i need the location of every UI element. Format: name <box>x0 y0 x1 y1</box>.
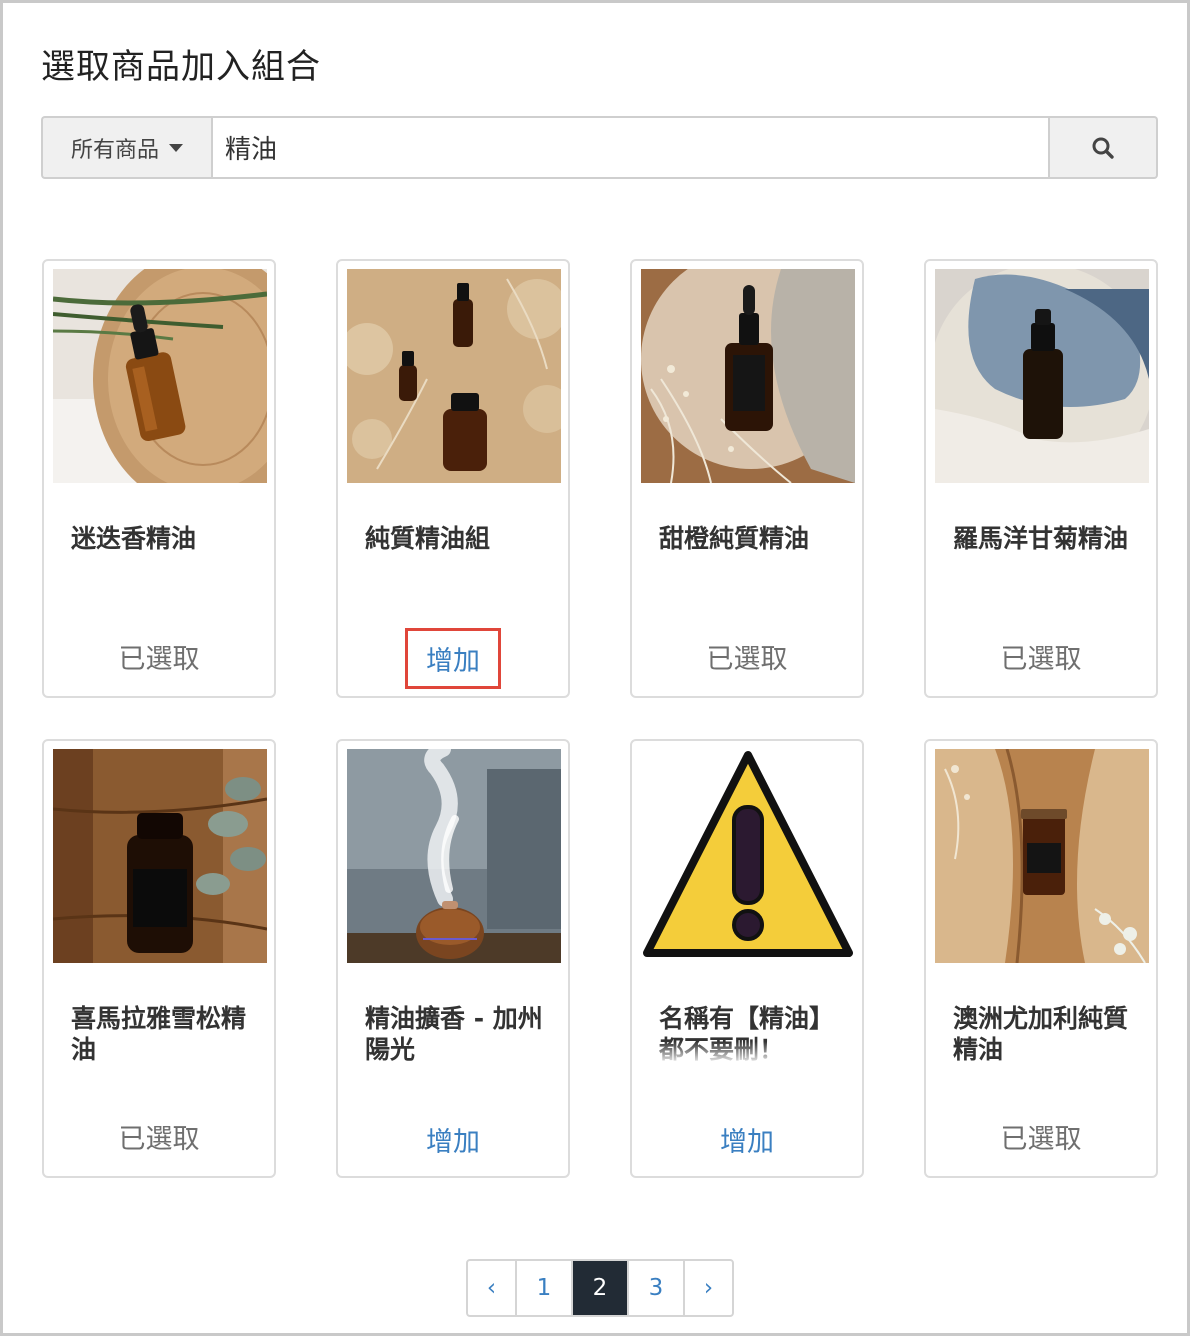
pagination-next-button[interactable]: › <box>685 1261 732 1315</box>
product-name: 甜橙純質精油 <box>659 524 810 553</box>
page-1-button[interactable]: 1 <box>517 1261 573 1315</box>
page-3-button[interactable]: 3 <box>629 1261 685 1315</box>
product-card: 精油擴香 - 加州陽光 增加 <box>336 739 570 1178</box>
selected-label: 已選取 <box>706 644 788 675</box>
product-image <box>347 269 561 483</box>
product-image <box>641 269 855 483</box>
category-filter-dropdown[interactable]: 所有商品 <box>41 116 211 179</box>
caret-down-icon <box>169 143 183 152</box>
pagination-prev-button[interactable]: ‹ <box>468 1261 517 1315</box>
product-image <box>935 269 1149 483</box>
add-button[interactable]: 增加 <box>703 1117 791 1162</box>
product-card: 甜橙純質精油 已選取 <box>630 259 864 698</box>
product-name: 迷迭香精油 <box>71 524 197 553</box>
dialog-title: 選取商品加入組合 <box>41 47 321 87</box>
pagination: ‹ 1 2 3 › <box>466 1259 734 1317</box>
product-card: 羅馬洋甘菊精油 已選取 <box>924 259 1158 698</box>
product-name: 羅馬洋甘菊精油 <box>953 524 1129 553</box>
product-card: 喜馬拉雅雪松精油 已選取 <box>42 739 276 1178</box>
product-picker-dialog: 選取商品加入組合 所有商品 精油 迷迭香精油 已選取 純質精油組 增加 甜橙純質… <box>0 0 1190 1336</box>
search-bar: 所有商品 <box>41 116 1158 179</box>
page-2-button[interactable]: 2 <box>573 1261 629 1315</box>
product-image <box>53 269 267 483</box>
product-image <box>641 749 855 963</box>
selected-label: 已選取 <box>1000 644 1082 675</box>
product-card: 名稱有【精油】都不要刪！ 增加 <box>630 739 864 1178</box>
search-icon <box>1092 137 1114 159</box>
product-name: 純質精油組 <box>365 524 491 553</box>
product-image <box>935 749 1149 963</box>
product-name: 精油擴香 - 加州陽光 <box>365 1004 543 1064</box>
product-card: 澳洲尤加利純質精油 已選取 <box>924 739 1158 1178</box>
add-button[interactable]: 增加 <box>405 628 501 689</box>
product-image <box>347 749 561 963</box>
product-card: 純質精油組 增加 <box>336 259 570 698</box>
selected-label: 已選取 <box>118 1124 200 1155</box>
product-name: 喜馬拉雅雪松精油 <box>71 1004 247 1064</box>
selected-label: 已選取 <box>118 644 200 675</box>
product-card: 迷迭香精油 已選取 <box>42 259 276 698</box>
search-button[interactable] <box>1050 116 1158 179</box>
search-input[interactable] <box>211 116 1050 179</box>
add-button[interactable]: 增加 <box>409 1117 497 1162</box>
product-name: 澳洲尤加利純質精油 <box>953 1004 1129 1064</box>
product-name: 名稱有【精油】都不要刪！ <box>659 1004 835 1064</box>
product-image <box>53 749 267 963</box>
selected-label: 已選取 <box>1000 1124 1082 1155</box>
category-filter-label: 所有商品 <box>70 137 159 163</box>
